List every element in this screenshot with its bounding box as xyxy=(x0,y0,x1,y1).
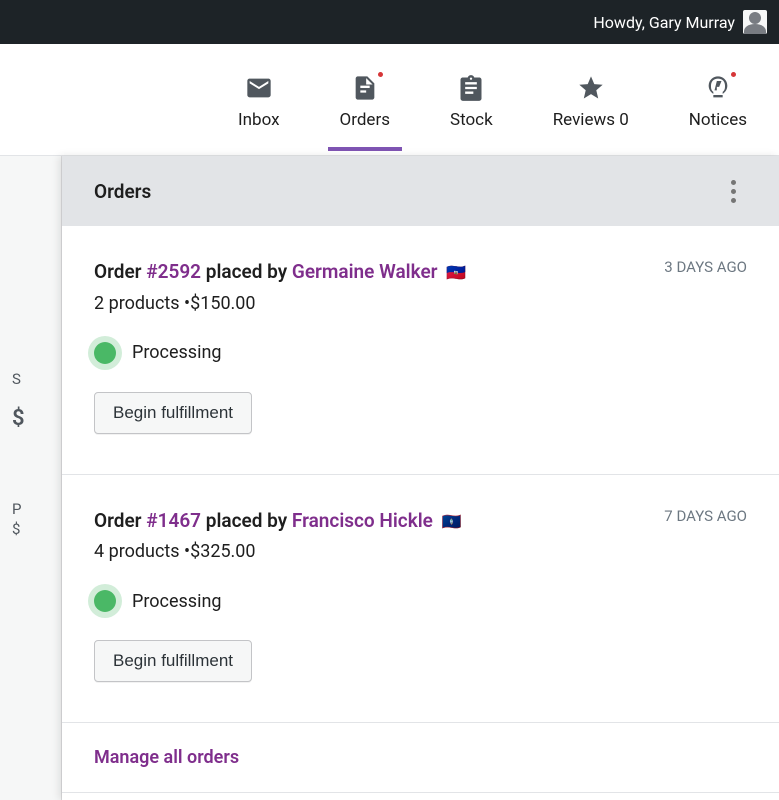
avatar[interactable] xyxy=(743,10,767,34)
flag-icon: 🇬🇺 xyxy=(442,512,462,531)
order-card: Order #2592 placed by Germaine Walker 🇭🇹… xyxy=(62,226,779,475)
customer-link[interactable]: Francisco Hickle xyxy=(292,509,433,532)
order-title: Order #2592 placed by Germaine Walker 🇭🇹 xyxy=(94,258,466,287)
stock-icon xyxy=(457,74,485,102)
tab-label: Notices xyxy=(689,110,747,130)
notification-dot xyxy=(729,70,738,79)
panel-header: Orders xyxy=(62,156,779,226)
more-options-button[interactable] xyxy=(715,173,751,209)
tab-stock[interactable]: Stock xyxy=(438,50,505,150)
notices-icon xyxy=(704,74,732,102)
status-text: Processing xyxy=(132,342,222,363)
greeting-text[interactable]: Howdy, Gary Murray xyxy=(593,13,735,32)
order-title: Order #1467 placed by Francisco Hickle 🇬… xyxy=(94,507,462,536)
begin-fulfillment-button[interactable]: Begin fulfillment xyxy=(94,392,252,434)
tab-reviews[interactable]: Reviews 0 xyxy=(541,50,641,150)
tab-notices[interactable]: Notices xyxy=(677,50,759,150)
notification-dot xyxy=(376,70,385,79)
status-indicator-icon xyxy=(94,590,116,612)
timestamp: 7 DAYS AGO xyxy=(664,507,747,525)
status-text: Processing xyxy=(132,591,222,612)
orders-panel: Orders Order #2592 placed by Germaine Wa… xyxy=(62,156,779,800)
tab-label: Reviews 0 xyxy=(553,110,629,130)
timestamp: 3 DAYS AGO xyxy=(664,258,747,276)
tab-label: Inbox xyxy=(238,110,280,130)
begin-fulfillment-button[interactable]: Begin fulfillment xyxy=(94,640,252,682)
inbox-icon xyxy=(245,74,273,102)
manage-all-orders-link[interactable]: Manage all orders xyxy=(62,723,779,793)
tab-label: Orders xyxy=(340,110,390,130)
order-number-link[interactable]: #2592 xyxy=(146,260,201,283)
order-card: Order #1467 placed by Francisco Hickle 🇬… xyxy=(62,475,779,724)
flag-icon: 🇭🇹 xyxy=(446,263,466,282)
background-sidebar: S $ P $ xyxy=(0,156,62,800)
activity-tabs: Inbox Orders Stock Reviews 0 Notices xyxy=(0,44,779,156)
admin-bar: Howdy, Gary Murray xyxy=(0,0,779,44)
order-number-link[interactable]: #1467 xyxy=(146,509,201,532)
order-meta: 2 products •$150.00 xyxy=(94,293,747,314)
status-row: Processing xyxy=(94,342,747,364)
reviews-icon xyxy=(577,74,605,102)
status-row: Processing xyxy=(94,590,747,612)
tab-orders[interactable]: Orders xyxy=(328,50,402,150)
tab-inbox[interactable]: Inbox xyxy=(226,50,292,150)
orders-icon xyxy=(351,74,379,102)
customer-link[interactable]: Germaine Walker xyxy=(292,260,438,283)
panel-title: Orders xyxy=(94,180,151,203)
tab-label: Stock xyxy=(450,110,493,130)
status-indicator-icon xyxy=(94,342,116,364)
order-meta: 4 products •$325.00 xyxy=(94,541,747,562)
